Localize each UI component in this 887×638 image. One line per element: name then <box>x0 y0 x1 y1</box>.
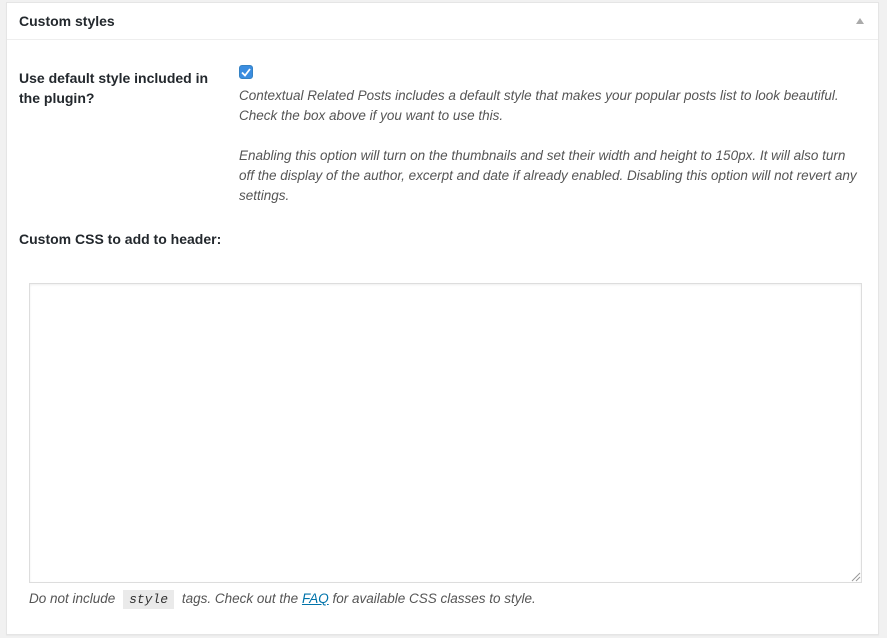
resize-handle-icon[interactable] <box>849 570 861 582</box>
help-prefix: Do not include <box>29 591 116 606</box>
checkmark-icon <box>241 67 251 77</box>
style-code: style <box>123 590 175 609</box>
custom-css-label: Custom CSS to add to header: <box>19 231 222 247</box>
default-style-label: Use default style included in the plugin… <box>19 70 209 106</box>
help-suffix: for available CSS classes to style. <box>332 591 536 606</box>
help-middle: tags. Check out the <box>181 591 299 606</box>
custom-styles-panel: Custom styles Use default style included… <box>6 2 879 635</box>
custom-css-help: Do not include style tags. Check out the… <box>29 589 536 610</box>
default-style-checkbox[interactable] <box>239 65 253 79</box>
custom-css-textarea[interactable] <box>29 283 862 583</box>
panel-header[interactable]: Custom styles <box>7 3 878 40</box>
faq-link[interactable]: FAQ <box>302 591 329 606</box>
default-style-note: Enabling this option will turn on the th… <box>239 148 857 203</box>
panel-title: Custom styles <box>19 13 115 29</box>
default-style-description: Contextual Related Posts includes a defa… <box>239 88 839 123</box>
caret-up-icon[interactable] <box>854 15 866 27</box>
